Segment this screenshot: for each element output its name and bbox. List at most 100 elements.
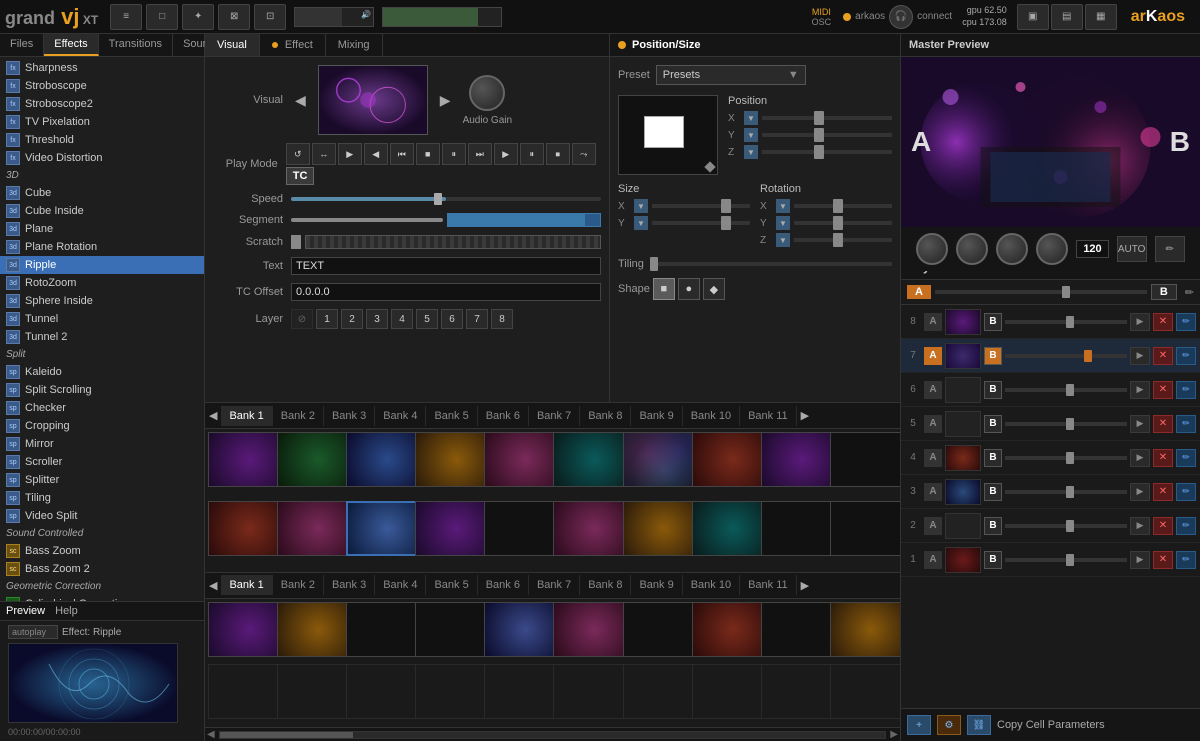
layer-slider-handle-1[interactable] bbox=[1066, 554, 1074, 566]
bank-tab-8[interactable]: Bank 8 bbox=[580, 406, 631, 426]
bottom-bank-arrow-right[interactable]: ▶ bbox=[797, 579, 813, 592]
rot-y-track[interactable] bbox=[794, 221, 892, 225]
layer-play-5[interactable]: ▶ bbox=[1130, 415, 1150, 433]
effect-tv-pixelation[interactable]: fx TV Pixelation bbox=[0, 113, 204, 131]
tab-files[interactable]: Files bbox=[0, 34, 44, 56]
scroll-right[interactable]: ▶ bbox=[890, 729, 898, 740]
layer-slider-handle-2[interactable] bbox=[1066, 520, 1074, 532]
effect-cropping[interactable]: sp Cropping bbox=[0, 417, 204, 435]
layer-slider-2[interactable] bbox=[1005, 524, 1127, 528]
layer-slider-6[interactable] bbox=[1005, 388, 1127, 392]
layer-slider-handle-6[interactable] bbox=[1066, 384, 1074, 396]
view-btn-2[interactable]: ▤ bbox=[1051, 4, 1083, 30]
fullscreen-btn[interactable]: ⊡ bbox=[254, 4, 286, 30]
layer-a-btn-5[interactable]: A bbox=[924, 415, 942, 433]
layer-slider-8[interactable] bbox=[1005, 320, 1127, 324]
layer-play-7[interactable]: ▶ bbox=[1130, 347, 1150, 365]
layer-a-btn-1[interactable]: A bbox=[924, 551, 942, 569]
layer-btn-3[interactable]: 3 bbox=[366, 309, 388, 329]
layer-btn-8[interactable]: 8 bbox=[491, 309, 513, 329]
stop-btn[interactable]: ■ bbox=[416, 143, 440, 165]
ab-edit-icon[interactable]: ✏ bbox=[1185, 286, 1194, 299]
bottom-bank-tab-5[interactable]: Bank 5 bbox=[426, 575, 477, 595]
bank-arrow-left[interactable]: ◀ bbox=[205, 409, 221, 422]
segment-handle[interactable] bbox=[291, 218, 443, 222]
next-frame-btn[interactable]: ▶ bbox=[494, 143, 518, 165]
help-tab[interactable]: Help bbox=[55, 605, 78, 617]
layer-a-btn-2[interactable]: A bbox=[924, 517, 942, 535]
bottom-bank-tab-4[interactable]: Bank 4 bbox=[375, 575, 426, 595]
scroll-track[interactable] bbox=[219, 731, 887, 739]
tc-btn[interactable]: TC bbox=[286, 167, 315, 185]
effect-tiling[interactable]: sp Tiling bbox=[0, 489, 204, 507]
view-btn-1[interactable]: ▣ bbox=[1017, 4, 1049, 30]
bottom-bank-tab-8[interactable]: Bank 8 bbox=[580, 575, 631, 595]
effect-video-distortion[interactable]: fx Video Distortion bbox=[0, 149, 204, 167]
layer-settings-icon[interactable]: ⚙ bbox=[937, 715, 961, 735]
layer-btn-2[interactable]: 2 bbox=[341, 309, 363, 329]
layer-btn-5[interactable]: 5 bbox=[416, 309, 438, 329]
size-x-btn[interactable]: ▼ bbox=[634, 199, 648, 213]
layer-play-2[interactable]: ▶ bbox=[1130, 517, 1150, 535]
master-knob-1[interactable] bbox=[916, 233, 948, 265]
layer-edit-3[interactable]: ✏ bbox=[1176, 483, 1196, 501]
layer-edit-5[interactable]: ✏ bbox=[1176, 415, 1196, 433]
audio-gain-knob[interactable] bbox=[469, 75, 505, 111]
audio-slider[interactable]: 🔊 bbox=[294, 7, 374, 27]
layer-b-btn-2[interactable]: B bbox=[984, 517, 1002, 535]
bank-tab-4[interactable]: Bank 4 bbox=[375, 406, 426, 426]
bank-tab-2[interactable]: Bank 2 bbox=[273, 406, 324, 426]
tab-effects[interactable]: Effects bbox=[44, 34, 98, 56]
layer-b-btn-7[interactable]: B bbox=[984, 347, 1002, 365]
bottom-bank-tab-2[interactable]: Bank 2 bbox=[273, 575, 324, 595]
layer-slider-7[interactable] bbox=[1005, 354, 1127, 358]
bclip-20[interactable] bbox=[830, 664, 900, 719]
layer-x-5[interactable]: ✕ bbox=[1153, 415, 1173, 433]
tab-mixing[interactable]: Mixing bbox=[326, 34, 383, 56]
edit-btn-master[interactable]: ✏ bbox=[1155, 236, 1185, 262]
layer-play-4[interactable]: ▶ bbox=[1130, 449, 1150, 467]
bottom-bank-tab-10[interactable]: Bank 10 bbox=[683, 575, 740, 595]
speed-slider[interactable] bbox=[291, 197, 601, 201]
layer-play-8[interactable]: ▶ bbox=[1130, 313, 1150, 331]
preset-select[interactable]: Presets ▼ bbox=[656, 65, 806, 85]
tiling-handle[interactable] bbox=[650, 257, 658, 271]
ab-handle[interactable] bbox=[1062, 286, 1070, 298]
layer-x-8[interactable]: ✕ bbox=[1153, 313, 1173, 331]
stop2-btn[interactable]: ⏹ bbox=[546, 143, 570, 165]
layer-x-3[interactable]: ✕ bbox=[1153, 483, 1173, 501]
fx-btn[interactable]: ⊠ bbox=[218, 4, 250, 30]
layer-slider-handle-7[interactable] bbox=[1084, 350, 1092, 362]
ab-slider[interactable] bbox=[935, 290, 1147, 294]
rot-x-handle[interactable] bbox=[833, 199, 843, 213]
layer-play-1[interactable]: ▶ bbox=[1130, 551, 1150, 569]
bank-tab-7[interactable]: Bank 7 bbox=[529, 406, 580, 426]
layer-slider-3[interactable] bbox=[1005, 490, 1127, 494]
effect-plane[interactable]: 3d Plane bbox=[0, 220, 204, 238]
rot-x-track[interactable] bbox=[794, 204, 892, 208]
pause2-btn[interactable]: ⏸ bbox=[520, 143, 544, 165]
effect-plane-rotation[interactable]: 3d Plane Rotation bbox=[0, 238, 204, 256]
pos-x-track[interactable] bbox=[762, 116, 892, 120]
effect-tunnel[interactable]: 3d Tunnel bbox=[0, 310, 204, 328]
size-y-handle[interactable] bbox=[721, 216, 731, 230]
master-knob-4[interactable] bbox=[1036, 233, 1068, 265]
layer-play-6[interactable]: ▶ bbox=[1130, 381, 1150, 399]
pos-z-handle[interactable] bbox=[814, 145, 824, 159]
bottom-bank-tab-3[interactable]: Bank 3 bbox=[324, 575, 375, 595]
effect-ripple[interactable]: 3d Ripple bbox=[0, 256, 204, 274]
layer-b-btn-1[interactable]: B bbox=[984, 551, 1002, 569]
preview-tab[interactable]: Preview bbox=[6, 605, 45, 617]
layer-btn-7[interactable]: 7 bbox=[466, 309, 488, 329]
screen-btn[interactable]: ✦ bbox=[182, 4, 214, 30]
scratch-handle[interactable] bbox=[291, 235, 301, 249]
layer-play-3[interactable]: ▶ bbox=[1130, 483, 1150, 501]
layer-slider-handle-5[interactable] bbox=[1066, 418, 1074, 430]
random-btn[interactable]: ⤳ bbox=[572, 143, 596, 165]
bank-tab-9[interactable]: Bank 9 bbox=[631, 406, 682, 426]
layer-a-btn-8[interactable]: A bbox=[924, 313, 942, 331]
layer-edit-4[interactable]: ✏ bbox=[1176, 449, 1196, 467]
layer-link-icon[interactable]: ⛓ bbox=[967, 715, 991, 735]
scroll-left[interactable]: ◀ bbox=[207, 729, 215, 740]
prev-frame-btn[interactable]: ◀ bbox=[364, 143, 388, 165]
